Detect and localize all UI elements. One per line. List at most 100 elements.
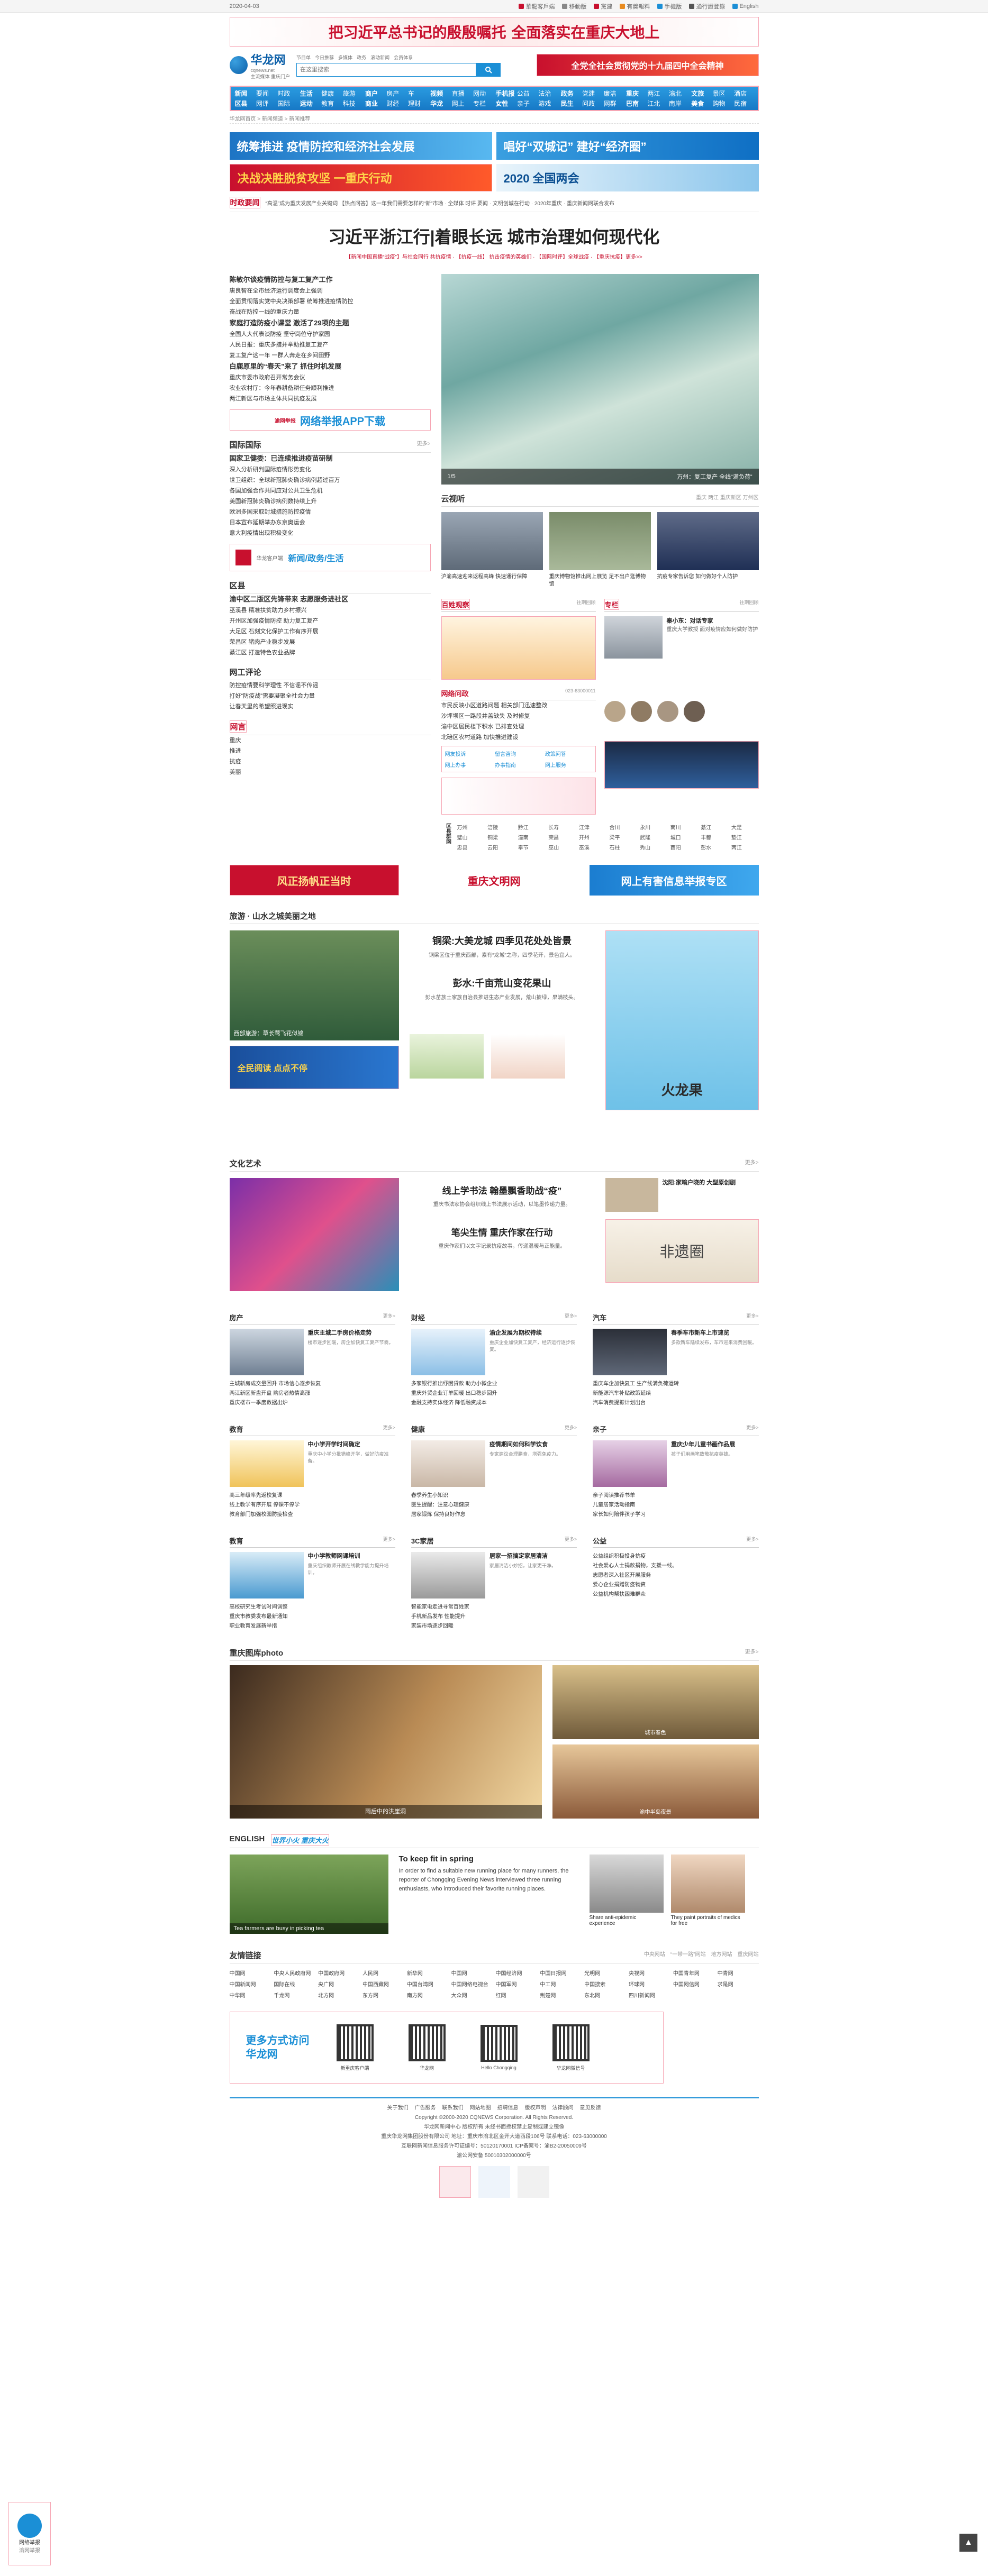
friend-link[interactable]: 中国西藏网 bbox=[362, 1980, 404, 1988]
list-item[interactable]: 沙坪坝区一路段井盖缺失 及时修复 bbox=[441, 711, 596, 721]
tab[interactable]: 中央网站 bbox=[644, 1950, 665, 1961]
region-link[interactable]: 潼南 bbox=[518, 833, 546, 841]
category-image[interactable] bbox=[411, 1329, 485, 1375]
list-item[interactable]: 复工复产这一年 一群人奔走在乡间田野 bbox=[230, 350, 431, 361]
list-item[interactable]: 世卫组织：全球新冠肺炎确诊病例超过百万 bbox=[230, 475, 431, 486]
nav-item[interactable]: 重庆 bbox=[626, 89, 645, 98]
region-link[interactable]: 巫山 bbox=[548, 843, 576, 851]
top-link[interactable]: 手機版 bbox=[657, 2, 682, 11]
category-image[interactable] bbox=[593, 1440, 667, 1487]
footer-link[interactable]: 意见反馈 bbox=[580, 2104, 601, 2113]
list-item[interactable]: 重庆 bbox=[230, 735, 431, 746]
list-item[interactable]: 人民日报：重庆多措并举助推复工复产 bbox=[230, 340, 431, 350]
nav-item[interactable]: 华龙 bbox=[430, 99, 449, 108]
friend-link[interactable]: 求是网 bbox=[718, 1980, 759, 1988]
list-item[interactable]: 美国新冠肺炎确诊病例数持续上升 bbox=[230, 496, 431, 507]
more-link[interactable]: 更多> bbox=[746, 1312, 758, 1322]
nav-item[interactable]: 酒店 bbox=[734, 89, 753, 98]
tab[interactable]: 重庆网站 bbox=[738, 1950, 759, 1961]
friend-link[interactable]: 中国网 bbox=[230, 1969, 271, 1977]
feature-bar[interactable]: 网上有害信息举报专区 bbox=[589, 865, 759, 896]
hehe-image[interactable] bbox=[441, 616, 596, 680]
list-item[interactable]: 重庆楼市一季度数据出炉 bbox=[230, 1399, 395, 1408]
nav-item[interactable]: 政务 bbox=[561, 89, 580, 98]
category-headline[interactable]: 疫情期间如何科学饮食 bbox=[490, 1440, 561, 1449]
list-item[interactable]: 主城新房成交量回升 市场信心逐步恢复 bbox=[230, 1380, 395, 1389]
more-link[interactable]: 更多> bbox=[565, 1536, 577, 1546]
footer-link[interactable]: 广告服务 bbox=[415, 2104, 436, 2113]
more-link[interactable]: 更多> bbox=[565, 1312, 577, 1322]
avatar[interactable] bbox=[604, 701, 626, 722]
friend-link[interactable]: 人民网 bbox=[362, 1969, 404, 1977]
nav-item[interactable]: 巴南 bbox=[626, 99, 645, 108]
culture-headline[interactable]: 线上学书法 翰墨飘香助战“疫” bbox=[410, 1183, 595, 1196]
friend-link[interactable]: 中国网络电视台 bbox=[451, 1980, 493, 1988]
headline-title[interactable]: 习近平浙江行|着眼长远 城市治理如何现代化 bbox=[230, 224, 759, 248]
nav-item[interactable]: 直播 bbox=[452, 89, 471, 98]
list-item[interactable]: 日本宣布延期举办东京奥运会 bbox=[230, 517, 431, 528]
nav-item[interactable]: 网群 bbox=[604, 99, 623, 108]
nav-item[interactable]: 网动 bbox=[473, 89, 492, 98]
ticker-text[interactable]: “高温”成为重庆发展产业关键词 【热点问答】这一年我们需要怎样的“新”市场 · … bbox=[266, 199, 614, 207]
more-link[interactable]: 更多> bbox=[565, 1424, 577, 1434]
nav-item[interactable]: 南岸 bbox=[669, 99, 688, 108]
region-link[interactable]: 璧山 bbox=[457, 833, 485, 841]
region-link[interactable]: 开州 bbox=[579, 833, 606, 841]
nav-item[interactable]: 国际 bbox=[277, 99, 296, 108]
thumb-image[interactable] bbox=[409, 1034, 484, 1079]
nav-item[interactable]: 手机报 bbox=[496, 89, 515, 98]
back-to-top-button[interactable]: ▲ bbox=[959, 2534, 977, 2552]
photo-main[interactable]: 雨后中的洪崖洞 bbox=[229, 1665, 542, 1819]
nav-item[interactable]: 旅游 bbox=[343, 89, 362, 98]
culture-side-banner[interactable]: 非遗圈 bbox=[605, 1219, 759, 1283]
culture-image[interactable] bbox=[229, 1178, 399, 1291]
list-item[interactable]: 白鹿原里的“春天”来了 抓住时机发展 bbox=[230, 361, 431, 372]
nav-item[interactable]: 车 bbox=[408, 89, 427, 98]
list-item[interactable]: 渝中区二版区先锋带来 志愿服务进社区 bbox=[230, 593, 431, 605]
category-headline[interactable]: 重庆主城二手房价格走势 bbox=[308, 1329, 394, 1337]
travel-image[interactable]: 西部旅游：草长莺飞花似锦 bbox=[229, 930, 399, 1040]
header-link[interactable]: 滚动新闻 bbox=[370, 54, 389, 61]
list-item[interactable]: 欧洲多国采取封城措施防控疫情 bbox=[230, 507, 431, 517]
nav-item[interactable]: 美食 bbox=[691, 99, 710, 108]
wang-button[interactable]: 网友投诉 bbox=[445, 750, 492, 757]
nav-item[interactable]: 健康 bbox=[321, 89, 340, 98]
header-link[interactable]: 会员体系 bbox=[394, 54, 413, 61]
list-item[interactable]: 两江新区新盘开盘 购房者热情高涨 bbox=[230, 1389, 395, 1399]
search-input[interactable] bbox=[296, 62, 477, 77]
header-link[interactable]: 今日推荐 bbox=[315, 54, 334, 61]
category-headline[interactable]: 渝企发展为期权待续 bbox=[490, 1329, 577, 1337]
region-link[interactable]: 酉阳 bbox=[670, 843, 698, 851]
region-link[interactable]: 奉节 bbox=[518, 843, 546, 851]
friend-link[interactable]: 光明网 bbox=[584, 1969, 626, 1977]
friend-link[interactable]: 东北网 bbox=[584, 1991, 626, 1999]
list-item[interactable]: 巫溪县 精准扶贫助力乡村振兴 bbox=[230, 605, 431, 616]
nav-item[interactable]: 网上 bbox=[452, 99, 471, 108]
tab[interactable]: 重庆 bbox=[696, 495, 706, 501]
feature-bar[interactable]: 重庆文明网 bbox=[409, 865, 579, 896]
nav-item[interactable]: 运动 bbox=[300, 99, 319, 108]
friend-link[interactable]: 红网 bbox=[496, 1991, 537, 1999]
nav-item[interactable]: 民宿 bbox=[734, 99, 753, 108]
friend-link[interactable]: 中国政府网 bbox=[318, 1969, 359, 1977]
category-image[interactable] bbox=[411, 1552, 485, 1598]
tab[interactable]: “一带一路”网站 bbox=[670, 1950, 706, 1961]
friend-link[interactable]: 中国搜索 bbox=[584, 1980, 626, 1988]
friend-link[interactable]: 中国青年网 bbox=[673, 1969, 714, 1977]
list-item[interactable]: 社会爱心人士捐款捐物，支援一线。 bbox=[593, 1561, 758, 1571]
nav-item[interactable]: 江北 bbox=[647, 99, 666, 108]
more-link[interactable]: 更多> bbox=[383, 1424, 395, 1434]
promo-banner[interactable]: 决战决胜脱贫攻坚 一重庆行动 bbox=[229, 164, 492, 191]
region-link[interactable]: 忠县 bbox=[457, 843, 485, 851]
region-link[interactable]: 永川 bbox=[640, 823, 667, 831]
region-link[interactable]: 秀山 bbox=[640, 843, 667, 851]
list-item[interactable]: 多家银行推出纾困贷款 助力小微企业 bbox=[411, 1380, 577, 1389]
wang-button[interactable]: 网上办事 bbox=[445, 761, 492, 769]
footer-link[interactable]: 联系我们 bbox=[442, 2104, 464, 2113]
friend-link[interactable]: 南方网 bbox=[407, 1991, 448, 1999]
footer-link[interactable]: 版权声明 bbox=[525, 2104, 546, 2113]
logo[interactable]: 华龙网 cqnews.net 主流媒体 重庆门户 bbox=[229, 51, 290, 80]
thumb-item[interactable]: 重庆博物馆推出网上展览 足不出户逛博物馆 bbox=[549, 512, 651, 588]
headline-sub[interactable]: 【新闻中国直播“战疫”】与社会同行 共抗疫情 · 【抗疫一线】 抗击疫情的英雄们… bbox=[230, 252, 759, 260]
friend-link[interactable]: 中国经济网 bbox=[496, 1969, 537, 1977]
